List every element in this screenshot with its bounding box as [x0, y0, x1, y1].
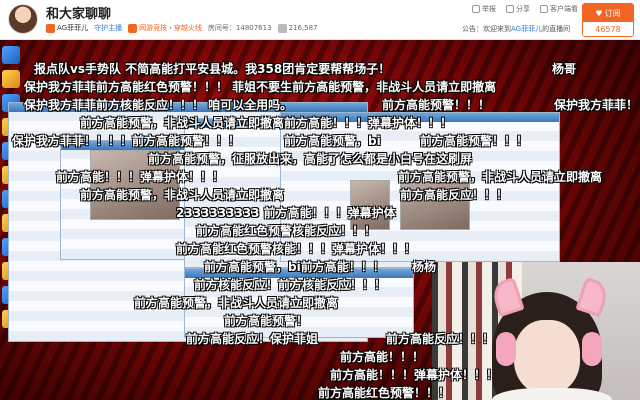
popularity-icon	[277, 23, 287, 33]
danmaku-comment: 前方高能预警，bi	[284, 134, 381, 148]
category-icon	[128, 23, 138, 33]
room-actions: 举报 分享 客户端看	[472, 4, 578, 14]
danmaku-comment: 前方高能红色预警！！！	[318, 386, 451, 400]
subscribe-label: 订阅	[604, 8, 621, 18]
danmaku-comment: 保护我方菲菲！	[554, 98, 639, 112]
danmaku-comment: 保护我方菲菲前方核能反应！！！ 咱可以全用吗。	[24, 98, 293, 112]
danmaku-comment: 前方高能！！！弹幕护体！！！	[56, 170, 225, 184]
danmaku-comment: 前方高能！！！	[340, 350, 425, 364]
announcement: 公告：欢迎来到AG菲菲儿的直播间	[462, 24, 570, 34]
report-icon	[472, 5, 480, 13]
danmaku-comment: 保护我方菲菲前方高能红色预警！！！ 菲姐不要生前方高能预警，非战斗人员请立即撤离	[24, 80, 497, 94]
danmaku-comment: 前方高能反应！！！	[400, 188, 509, 202]
danmaku-comment: 前方高能预警，非战斗人员请立即撤离前方高能！！！弹幕护体！！！	[80, 116, 453, 130]
danmaku-comment: 杨杨	[412, 260, 437, 274]
danmaku-comment: 前方核能反应！前方核能反应！！！	[194, 278, 387, 292]
report-button[interactable]: 举报	[472, 4, 496, 14]
room-header: 和大家聊聊 AG菲菲儿 守护主播 网游竞技 › 穿越火线 房间号：1480761…	[0, 0, 640, 40]
danmaku-comment: 前方高能预警！	[224, 314, 309, 328]
subscriber-count: 46578	[583, 22, 633, 36]
danmaku-comment: 前方高能预警，非战斗人员请立即撤离	[398, 170, 603, 184]
danmaku-comment: 前方高能！！！弹幕护体！！！	[330, 368, 499, 382]
danmaku-comment: 前方高能反应！保护菲姐	[186, 332, 319, 346]
danmaku-comment: 前方高能预警！！！	[420, 134, 529, 148]
danmaku-comment: 杨哥	[552, 62, 577, 76]
notice-anchor[interactable]: AG菲菲儿	[511, 25, 542, 33]
notice-suffix: 的直播间	[542, 25, 571, 33]
subscribe-button[interactable]: ♥ 订阅 46578	[582, 3, 634, 37]
category-link-2[interactable]: 穿越火线	[174, 23, 202, 33]
danmaku-comment: 前方高能预警，非战斗人员请立即撤离	[134, 296, 339, 310]
desktop-app-icon	[2, 46, 20, 64]
popularity-count: 216,587	[288, 24, 318, 32]
desktop-app-icon	[2, 70, 20, 88]
danmaku-comment: 保护我方菲菲！！！！前方高能预警！！！	[12, 134, 241, 148]
video-player[interactable]: 报点队vs手势队 不简高能打平安县城。我358团肯定要帮帮场子！ 杨哥 保护我方…	[0, 40, 640, 400]
category-link-1[interactable]: 网游竞技	[139, 23, 167, 33]
anchor-name[interactable]: AG菲菲儿	[57, 23, 88, 33]
danmaku-comment: 前方高能红色预警核能！！！弹幕护体！！！	[176, 242, 417, 256]
danmaku-comment: 前方高能红色预警核能反应！！！	[196, 224, 377, 238]
danmaku-comment: 前方高能预警，非战斗人员请立即撤离	[80, 188, 285, 202]
stream-thumbnail	[350, 180, 390, 230]
heart-icon: ♥	[595, 8, 603, 18]
room-meta: AG菲菲儿 守护主播 网游竞技 › 穿越火线 房间号：14807613 216,…	[46, 22, 318, 34]
client-icon	[540, 5, 548, 13]
share-icon	[506, 5, 514, 13]
guard-anchor-link[interactable]: 守护主播	[94, 23, 122, 33]
danmaku-comment: 前方高能预警！！！	[382, 98, 491, 112]
anchor-avatar[interactable]	[8, 4, 38, 34]
danmaku-comment: 报点队vs手势队 不简高能打平安县城。我358团肯定要帮帮场子！	[34, 62, 391, 76]
danmaku-comment: 前方高能反应！！！	[386, 332, 495, 346]
client-watch-button[interactable]: 客户端看	[540, 4, 578, 14]
room-number: 房间号：14807613	[207, 24, 272, 32]
level-badge-icon	[46, 23, 55, 33]
danmaku-comment: 2333333333 前方高能！！！弹幕护体	[176, 206, 396, 220]
share-button[interactable]: 分享	[506, 4, 530, 14]
room-title: 和大家聊聊	[46, 7, 112, 22]
danmaku-comment: 前方高能预警，征服放出来，高能了怎么都是小白号在这刷屏	[148, 152, 473, 166]
danmaku-comment: 前方高能预警，bi前方高能！！！	[204, 260, 385, 274]
notice-prefix: 公告：欢迎来到	[462, 25, 511, 33]
